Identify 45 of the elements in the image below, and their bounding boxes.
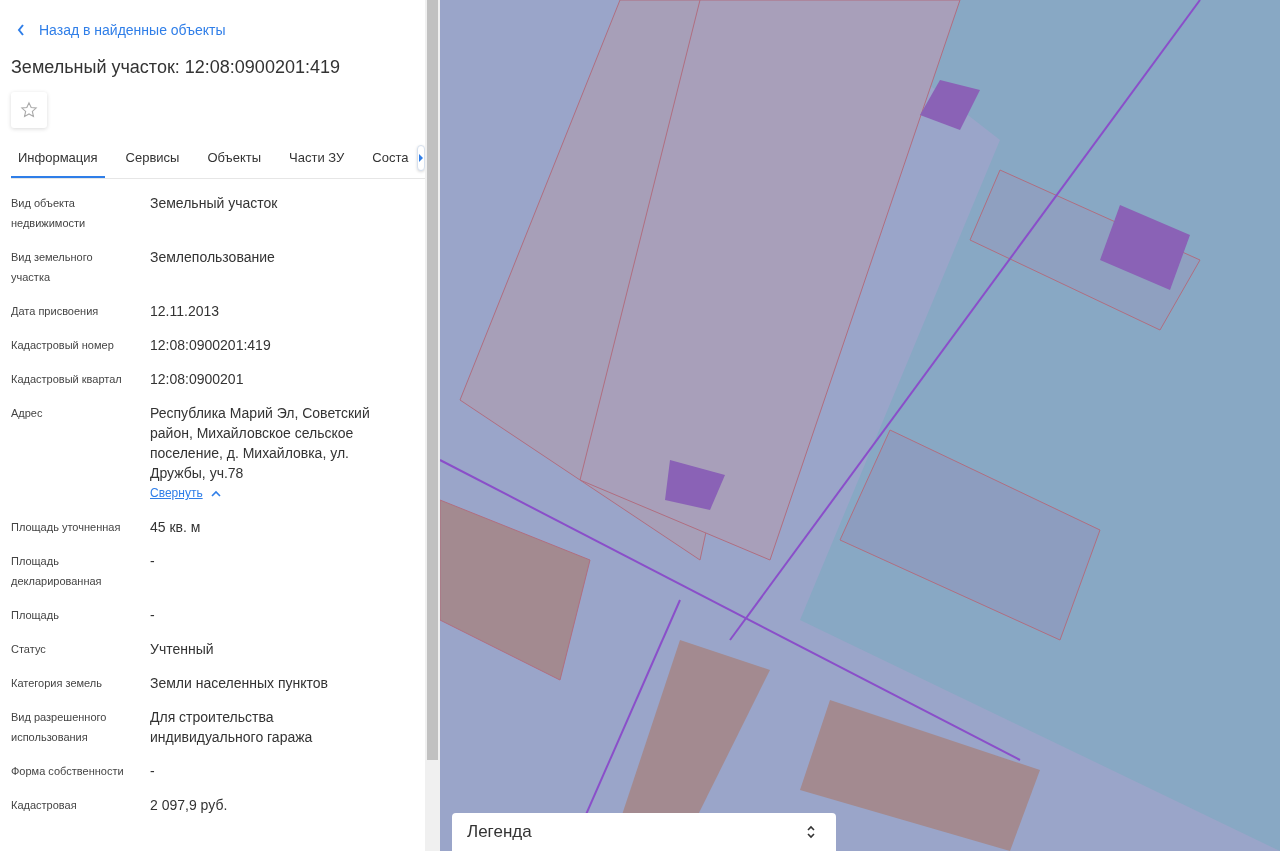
collapse-link[interactable]: Свернуть: [150, 483, 221, 503]
tab[interactable]: Информация: [11, 138, 105, 178]
property-label: Вид земельного участка: [11, 250, 94, 285]
up-down-icon: [806, 824, 816, 840]
tab[interactable]: Сервисы: [118, 138, 187, 178]
legend-dropdown[interactable]: Легенда: [452, 813, 836, 851]
property-value: Учтенный: [150, 640, 214, 659]
favorite-button[interactable]: [11, 92, 47, 128]
chevron-left-icon: [17, 24, 25, 36]
property-value: 2 097,9 руб.: [150, 796, 228, 815]
property-value: 12:08:0900201:419: [150, 336, 271, 355]
tab[interactable]: Части ЗУ: [282, 138, 352, 178]
scrollbar[interactable]: [425, 0, 440, 851]
property-value: Для строительства индивидуального гаража: [150, 708, 314, 747]
property-label: Адрес: [11, 406, 44, 421]
property-label: Дата присвоения: [11, 304, 100, 319]
property-value: Земли населенных пунктов: [150, 674, 329, 693]
property-label: Площадь декларированная: [11, 554, 103, 589]
property-value: -: [150, 606, 155, 625]
property-value: 12.11.2013: [150, 302, 220, 321]
property-label: Площадь: [11, 608, 60, 623]
property-label: Кадастровый квартал: [11, 372, 123, 387]
property-value: Республика Марий Эл, Советский район, Михайловское сельское поселение, д. Михайловка, ул. Дружбы, уч.78: [150, 404, 371, 483]
property-label: Кадастровый номер: [11, 338, 115, 353]
property-label: Кадастровая: [11, 798, 78, 813]
property-value: -: [150, 762, 155, 781]
property-label: Форма собственности: [11, 764, 125, 779]
property-value: Земельный участок: [150, 194, 278, 213]
tab[interactable]: Соста: [365, 138, 416, 178]
property-label: Статус: [11, 642, 47, 657]
property-value: Землепользование: [150, 248, 275, 267]
tab[interactable]: Объекты: [200, 138, 269, 178]
page-title: Земельный участок: 12:08:0900201:419: [11, 57, 341, 78]
triangle-right-icon: [418, 154, 425, 162]
back-link[interactable]: Назад в найденные объекты: [11, 22, 226, 38]
property-value: 45 кв. м: [150, 518, 201, 537]
star-icon: [20, 101, 38, 119]
property-label: Категория земель: [11, 676, 103, 691]
property-label: Вид объекта недвижимости: [11, 196, 87, 231]
property-value: 12:08:0900201: [150, 370, 244, 389]
property-label: Вид разрешенного использования: [11, 710, 108, 745]
property-value: -: [150, 552, 155, 571]
chevron-up-icon: [210, 489, 221, 497]
scrollbar-thumb[interactable]: [427, 0, 438, 760]
property-label: Площадь уточненная: [11, 520, 122, 535]
